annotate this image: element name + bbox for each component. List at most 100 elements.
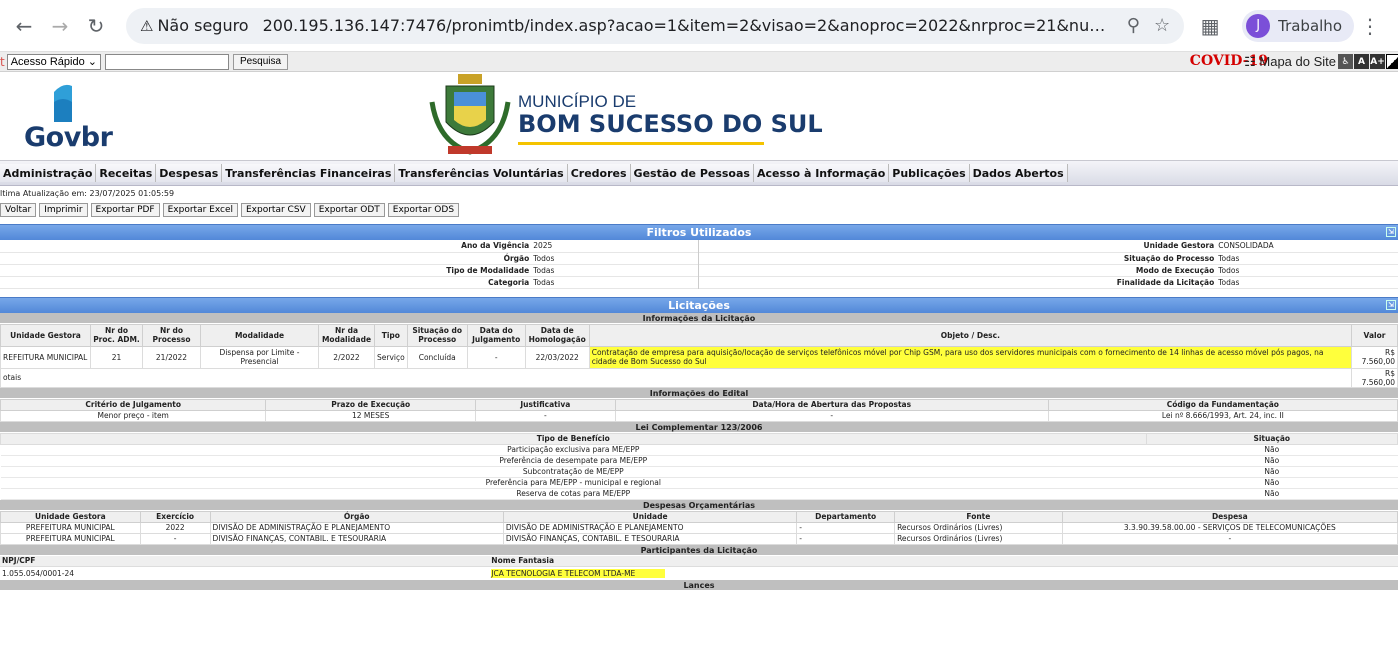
- accessibility-icon[interactable]: ♿: [1338, 54, 1353, 69]
- url-text[interactable]: 200.195.136.147:7476/pronimtb/index.asp?…: [263, 16, 1113, 35]
- table-header-row: Tipo de Benefício Situação: [0, 432, 1398, 445]
- participant-cnpj: 1.055.054/0001-24: [2, 568, 75, 578]
- column-header: Data/Hora de Abertura das Propostas: [614, 398, 1049, 411]
- filters-title: Filtros Utilizados: [646, 226, 752, 239]
- column-header: Situação: [1145, 432, 1398, 445]
- menu-item[interactable]: Publicações: [889, 164, 970, 182]
- reload-icon[interactable]: ↻: [80, 10, 112, 42]
- filters-header: Filtros Utilizados ⇲: [0, 224, 1398, 240]
- table-cell: DIVISÃO FINANÇAS, CONTABIL. E TESOURARIA: [502, 532, 798, 545]
- search-input[interactable]: [104, 53, 229, 70]
- warning-icon: ⚠: [140, 16, 154, 35]
- benefit-type: Preferência de desempate para ME/EPP: [0, 455, 1147, 467]
- table-row[interactable]: REFEITURA MUNICIPAL 21 21/2022 Dispensa por…: [0, 345, 1398, 369]
- action-button[interactable]: Exportar CSV: [241, 203, 311, 217]
- column-header: Valor: [1351, 323, 1398, 347]
- column-header: Unidade Gestora: [0, 510, 141, 523]
- participant-name-cell: JCA TECNOLOGIA E TELECOM LTDA-ME: [489, 567, 1398, 580]
- table-row: Preferência para ME/EPP - municipal e re…: [0, 477, 1398, 489]
- action-button[interactable]: Exportar ODS: [387, 203, 460, 217]
- menu-item[interactable]: Administração: [0, 164, 97, 182]
- table-cell: -: [474, 409, 616, 422]
- table-cell: DIVISÃO FINANÇAS, CONTABIL. E TESOURARIA: [209, 532, 504, 545]
- column-header: Nr do Processo: [142, 323, 201, 347]
- participantes-table: NPJ/CPF Nome Fantasia 1.055.054/0001-24 JCA…: [0, 555, 1398, 580]
- red-mark-icon: t: [0, 54, 5, 69]
- filter-label: Ano da Vigência: [461, 241, 530, 251]
- table-cell: Serviço: [374, 345, 408, 369]
- security-label[interactable]: Não seguro: [157, 16, 248, 35]
- action-button[interactable]: Exportar PDF: [90, 203, 160, 217]
- menu-item[interactable]: Credores: [567, 164, 631, 182]
- benefit-type: Subcontratação de ME/EPP: [0, 466, 1147, 478]
- filters-table: Ano da Vigência 2025 Unidade Gestora CONSOL…: [0, 240, 1398, 289]
- menu-item[interactable]: Acesso à Informação: [753, 164, 890, 182]
- menu-item[interactable]: Gestão de Pessoas: [630, 164, 754, 182]
- sitemap-label: Mapa do Site: [1259, 54, 1336, 69]
- action-button[interactable]: Imprimir: [39, 203, 88, 217]
- contrast-icon[interactable]: [1386, 54, 1398, 69]
- table-cell: PREFEITURA MUNICIPAL: [0, 521, 141, 534]
- menu-item[interactable]: Transferências Financeiras: [222, 164, 396, 182]
- last-updated: ltima Atualização em: 23/07/2025 01:05:5…: [0, 189, 175, 198]
- font-increase-button[interactable]: A+: [1370, 54, 1385, 69]
- menu-item[interactable]: Receitas: [96, 164, 157, 182]
- action-button[interactable]: Voltar: [0, 203, 37, 217]
- browser-toolbar: ← → ↻ ⚠ Não seguro 200.195.136.147:7476/…: [0, 0, 1398, 52]
- filter-label: Órgão: [503, 253, 530, 263]
- table-cell: 22/03/2022: [524, 345, 590, 369]
- lc-table: Tipo de Benefício Situação Participação ex…: [0, 432, 1398, 500]
- municipio-label: MUNICÍPIO DE: [518, 92, 637, 111]
- table-row[interactable]: 1.055.054/0001-24 JCA TECNOLOGIA E TELECO…: [0, 567, 1398, 580]
- sitemap-link[interactable]: ☷ Mapa do Site: [1244, 54, 1336, 70]
- table-cell: -: [1061, 532, 1398, 545]
- forward-icon[interactable]: →: [44, 10, 76, 42]
- table-cell: 3.3.90.39.58.00.00 - SERVIÇOS DE TELECOM…: [1061, 521, 1398, 534]
- column-header: Unidade: [502, 510, 798, 523]
- benefit-type: Reserva de cotas para ME/EPP: [0, 488, 1147, 500]
- address-bar[interactable]: ⚠ Não seguro 200.195.136.147:7476/pronim…: [126, 7, 1185, 44]
- action-button[interactable]: Exportar Excel: [162, 203, 238, 217]
- municipal-crest-icon[interactable]: [428, 72, 512, 158]
- table-cell: DIVISÃO DE ADMINISTRAÇÃO E PLANEJAMENTO: [209, 521, 504, 534]
- font-normal-button[interactable]: A: [1354, 54, 1369, 69]
- back-icon[interactable]: ←: [8, 10, 40, 42]
- table-cell: -: [466, 345, 526, 369]
- filter-label: Modo de Execução: [698, 264, 1217, 276]
- filter-value: Todos: [1218, 265, 1240, 275]
- table-row: Participação exclusiva para ME/EPP Não: [0, 444, 1398, 456]
- filter-value: Todas: [533, 265, 555, 275]
- totals-value: R$ 7.560,00: [1351, 367, 1398, 388]
- menu-item[interactable]: Dados Abertos: [969, 164, 1068, 182]
- main-menu: Administração Receitas Despesas Transferênc…: [0, 160, 1398, 186]
- collapse-icon[interactable]: ⇲: [1386, 227, 1396, 237]
- column-header: Exercício: [139, 510, 211, 523]
- column-header: Critério de Julgamento: [0, 398, 267, 411]
- column-header: Data do Julgamento: [466, 323, 526, 347]
- site-header: Govbr MUNICÍPIO DE BOM SUCESSO DO SUL: [0, 72, 1398, 160]
- filter-label: Finalidade da Licitação: [698, 276, 1217, 288]
- menu-item[interactable]: Despesas: [156, 164, 223, 182]
- filter-label: Categoria: [488, 277, 530, 287]
- table-cell: 2/2022: [318, 345, 375, 369]
- profile-button[interactable]: J Trabalho: [1242, 9, 1354, 42]
- column-header: Data de Homologação: [524, 323, 590, 347]
- govbr-logo-text[interactable]: Govbr: [24, 122, 113, 153]
- edital-table: Critério de Julgamento Prazo de Execução J…: [0, 398, 1398, 422]
- bookmark-star-icon[interactable]: ☆: [1154, 15, 1170, 36]
- zoom-icon[interactable]: ⚲: [1127, 15, 1140, 36]
- collapse-icon[interactable]: ⇲: [1386, 299, 1396, 310]
- column-header: Fonte: [894, 510, 1063, 523]
- despesas-table: Unidade Gestora Exercício Órgão Unidade Depa…: [0, 510, 1398, 545]
- menu-item[interactable]: Transferências Voluntárias: [395, 164, 568, 182]
- search-button[interactable]: Pesquisa: [232, 53, 289, 70]
- action-button[interactable]: Exportar ODT: [313, 203, 385, 217]
- column-header: Tipo de Benefício: [0, 432, 1147, 445]
- table-cell: -: [139, 532, 211, 545]
- menu-kebab-icon[interactable]: ⋮: [1354, 10, 1386, 42]
- quick-access-select[interactable]: Acesso Rápido ⌄: [6, 53, 101, 70]
- filter-value: 2025: [533, 241, 553, 251]
- extensions-icon[interactable]: ▦: [1194, 10, 1226, 42]
- column-header: Modalidade: [200, 323, 319, 347]
- column-header: Nome Fantasia: [489, 555, 1398, 567]
